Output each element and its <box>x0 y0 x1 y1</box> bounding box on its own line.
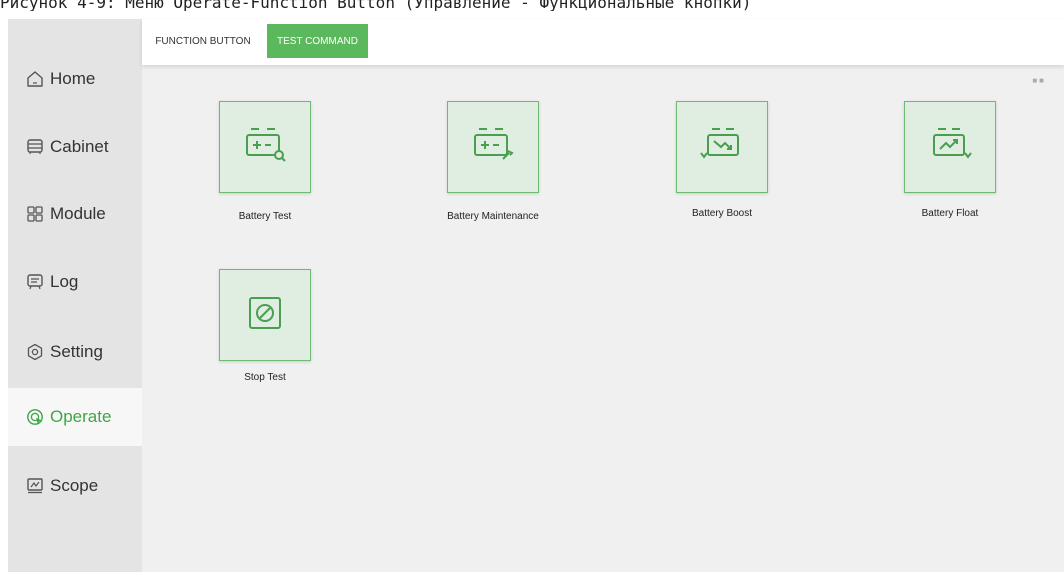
pager-dots-icon: ■■ <box>1032 76 1046 85</box>
stop-test-button[interactable] <box>219 269 311 361</box>
battery-maintenance-button[interactable] <box>447 101 539 193</box>
battery-float-button[interactable] <box>904 101 996 193</box>
stop-test-icon <box>245 293 285 338</box>
battery-test-label: Battery Test <box>238 211 292 222</box>
module-icon <box>26 205 44 223</box>
sidebar-item-label: Scope <box>50 476 99 495</box>
sidebar-item-cabinet[interactable]: Cabinet <box>8 118 142 176</box>
tab-function-button[interactable]: FUNCTION BUTTON <box>148 24 258 58</box>
figure-caption: Рисунок 4-9: Меню Operate-Function Butto… <box>0 0 752 11</box>
battery-boost-label: Battery Boost <box>691 208 753 219</box>
battery-boost-icon <box>698 125 746 170</box>
home-icon <box>26 70 44 88</box>
sidebar-item-module[interactable]: Module <box>8 185 142 243</box>
battery-maintenance-icon <box>469 125 517 170</box>
battery-test-button[interactable] <box>219 101 311 193</box>
stop-test-label: Stop Test <box>244 372 286 383</box>
sidebar-item-label: Operate <box>50 407 112 426</box>
battery-float-icon <box>926 125 974 170</box>
main-content: FUNCTION BUTTON TEST COMMAND ■■ Battery … <box>142 19 1064 572</box>
sidebar-item-log[interactable]: Log <box>8 253 142 311</box>
operate-icon <box>26 408 44 426</box>
setting-icon <box>26 343 44 361</box>
battery-test-icon <box>241 125 289 170</box>
sidebar-item-label: Cabinet <box>50 137 109 156</box>
log-icon <box>26 273 44 291</box>
top-tab-bar: FUNCTION BUTTON TEST COMMAND <box>142 19 1064 65</box>
scope-icon <box>26 477 44 495</box>
sidebar-item-operate[interactable]: Operate <box>8 388 142 446</box>
sidebar-item-label: Module <box>50 204 106 223</box>
battery-float-label: Battery Float <box>921 208 979 219</box>
sidebar-item-label: Log <box>50 272 79 291</box>
sidebar-item-label: Setting <box>50 342 103 361</box>
sidebar-item-home[interactable]: Home <box>8 50 142 108</box>
sidebar-item-label: Home <box>50 69 96 88</box>
battery-boost-button[interactable] <box>676 101 768 193</box>
sidebar-item-setting[interactable]: Setting <box>8 323 142 381</box>
tab-test-command[interactable]: TEST COMMAND <box>267 24 368 58</box>
battery-maintenance-label: Battery Maintenance <box>447 211 539 222</box>
sidebar-item-scope[interactable]: Scope <box>8 457 142 515</box>
sidebar: Home Cabinet Module Log Setting Operate <box>8 19 142 572</box>
cabinet-icon <box>26 138 44 156</box>
